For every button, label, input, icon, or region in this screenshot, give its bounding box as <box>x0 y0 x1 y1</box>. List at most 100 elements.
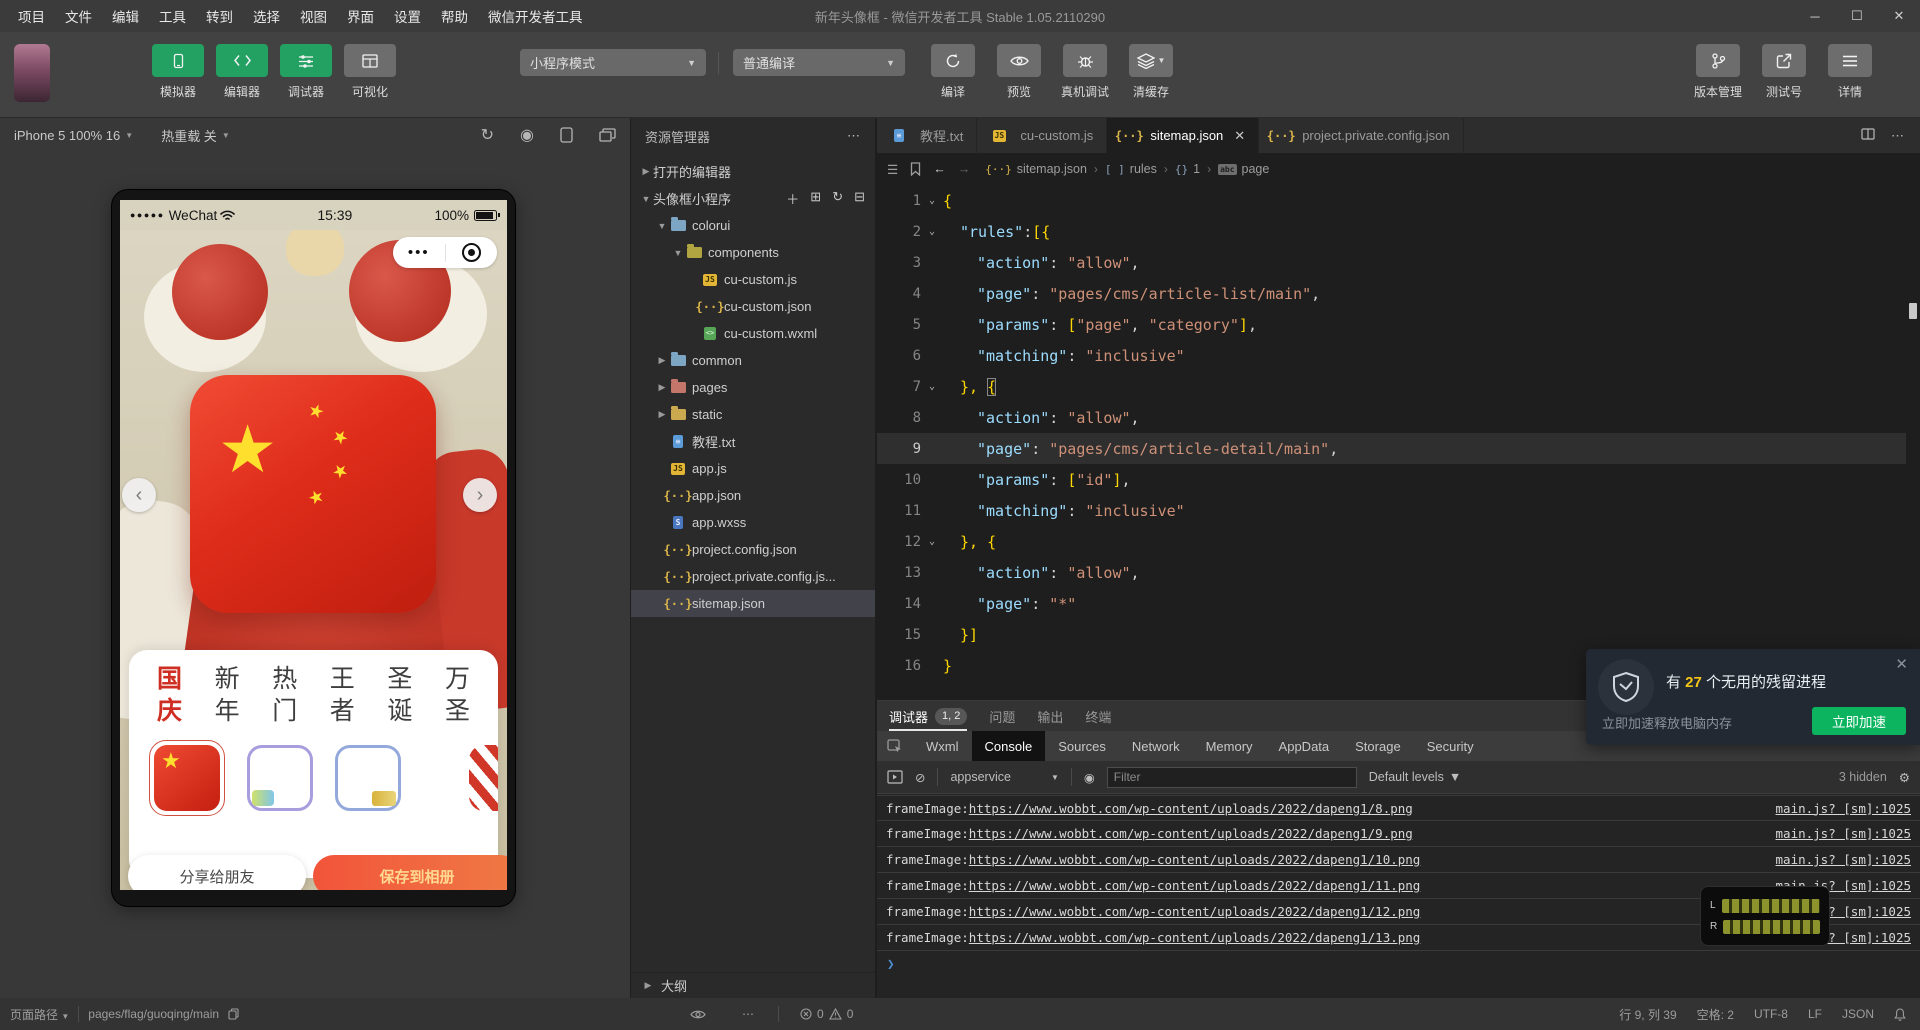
editor-tab-cu-custom.js[interactable]: JScu-custom.js <box>977 118 1107 153</box>
tree-item-app.json[interactable]: {··}app.json <box>631 482 875 509</box>
stop-record-icon[interactable]: ◉ <box>520 125 534 145</box>
tree-item-cu-custom.js[interactable]: JScu-custom.js <box>631 266 875 293</box>
tree-item-project.config.json[interactable]: {··}project.config.json <box>631 536 875 563</box>
log-url-link[interactable]: https://www.wobbt.com/wp-content/uploads… <box>969 930 1421 945</box>
inspect-element-icon[interactable] <box>877 739 913 754</box>
share-button[interactable]: 分享给朋友 <box>128 855 306 890</box>
editor-tab-project.private.config.json[interactable]: {··}project.private.config.json <box>1259 118 1463 153</box>
more-dots-button[interactable]: ••• <box>393 248 445 258</box>
purple-frame-thumb[interactable] <box>247 745 313 811</box>
tree-item-pages[interactable]: ▶pages <box>631 374 875 401</box>
toolbar-button-预览[interactable]: 预览 <box>991 44 1047 100</box>
more-actions-icon[interactable]: ⋯ <box>1891 128 1904 144</box>
panel-tab-输出[interactable]: 输出 <box>1037 701 1063 731</box>
panel-tab-终端[interactable]: 终端 <box>1085 701 1111 731</box>
log-source-link[interactable]: main.js? [sm]:1025 <box>1776 826 1911 841</box>
live-expression-icon[interactable]: ◉ <box>1084 770 1095 785</box>
cursor-position[interactable]: 行 9, 列 39 <box>1619 1006 1676 1023</box>
prev-frame-arrow[interactable]: ‹ <box>122 478 156 512</box>
indent-setting[interactable]: 空格: 2 <box>1697 1006 1734 1023</box>
fold-chevron-icon[interactable]: ⌄ <box>921 381 943 392</box>
tree-item-components[interactable]: ▼components <box>631 239 875 266</box>
phone-portrait-icon[interactable] <box>560 127 573 143</box>
devtools-tab-Wxml[interactable]: Wxml <box>913 731 972 761</box>
close-tab-icon[interactable]: ✕ <box>1234 128 1245 144</box>
devtools-tab-AppData[interactable]: AppData <box>1266 731 1343 761</box>
toolbar-button-详情[interactable]: 详情 <box>1822 44 1878 100</box>
new-file-icon[interactable]: ＋ <box>786 189 799 208</box>
menu-item[interactable]: 设置 <box>384 3 431 29</box>
copy-path-icon[interactable] <box>228 1008 239 1020</box>
category-tab[interactable]: 圣诞 <box>387 664 412 728</box>
breadcrumb-item-page[interactable]: abcpage <box>1218 162 1269 176</box>
menu-item[interactable]: 视图 <box>290 3 337 29</box>
log-url-link[interactable]: https://www.wobbt.com/wp-content/uploads… <box>969 826 1413 841</box>
toolbar-button-编辑器[interactable]: 编辑器 <box>214 44 270 100</box>
tree-item-sitemap.json[interactable]: {··}sitemap.json <box>631 590 875 617</box>
tree-item-project.private.config.js...[interactable]: {··}project.private.config.js... <box>631 563 875 590</box>
toolbar-button-调试器[interactable]: 调试器 <box>278 44 334 100</box>
category-tab[interactable]: 万圣 <box>445 664 470 728</box>
toolbar-button-可视化[interactable]: 可视化 <box>342 44 398 100</box>
tree-item-app.wxss[interactable]: Sapp.wxss <box>631 509 875 536</box>
collapse-all-icon[interactable]: ⊟ <box>854 189 865 208</box>
explorer-more-button[interactable]: ⋯ <box>847 128 861 144</box>
devtools-tab-Memory[interactable]: Memory <box>1193 731 1266 761</box>
breadcrumb-item-sitemap.json[interactable]: {··}sitemap.json <box>985 162 1087 176</box>
toolbar-button-版本管理[interactable]: 版本管理 <box>1690 44 1746 100</box>
editor-tab-sitemap.json[interactable]: {··}sitemap.json✕ <box>1107 118 1259 153</box>
log-url-link[interactable]: https://www.wobbt.com/wp-content/uploads… <box>969 801 1413 816</box>
statusbar-more-icon[interactable]: ⋯ <box>742 1007 755 1021</box>
bookmark-icon[interactable] <box>910 162 921 176</box>
editor-tab-教程.txt[interactable]: ≡教程.txt <box>877 118 977 153</box>
devtools-tab-Network[interactable]: Network <box>1119 731 1193 761</box>
tree-item-common[interactable]: ▶common <box>631 347 875 374</box>
tree-item-cu-custom.json[interactable]: {··}cu-custom.json <box>631 293 875 320</box>
fold-chevron-icon[interactable]: ⌄ <box>921 536 943 547</box>
toolbar-button-测试号[interactable]: 测试号 <box>1756 44 1812 100</box>
encoding-setting[interactable]: UTF-8 <box>1754 1007 1788 1021</box>
tree-item-cu-custom.wxml[interactable]: <>cu-custom.wxml <box>631 320 875 347</box>
menu-item[interactable]: 转到 <box>196 3 243 29</box>
log-url-link[interactable]: https://www.wobbt.com/wp-content/uploads… <box>969 904 1421 919</box>
menu-item[interactable]: 编辑 <box>102 3 149 29</box>
menu-item[interactable]: 项目 <box>8 3 55 29</box>
save-to-album-button[interactable]: 保存到相册 <box>313 855 507 890</box>
menu-item[interactable]: 微信开发者工具 <box>478 3 593 29</box>
menu-item[interactable]: 文件 <box>55 3 102 29</box>
stripe-frame-thumb[interactable] <box>469 745 498 811</box>
panel-tab-调试器[interactable]: 调试器1, 2 <box>889 701 967 731</box>
devtools-tab-Console[interactable]: Console <box>972 731 1046 761</box>
mode-select[interactable]: 小程序模式▼ <box>520 49 706 76</box>
close-icon[interactable]: ✕ <box>1895 655 1908 673</box>
rotate-icon[interactable]: ↻ <box>481 125 494 145</box>
devtools-tab-Security[interactable]: Security <box>1414 731 1487 761</box>
log-source-link[interactable]: main.js? [sm]:1025 <box>1776 852 1911 867</box>
back-arrow-icon[interactable]: ← <box>933 162 946 176</box>
toolbar-button-真机调试[interactable]: 真机调试 <box>1057 44 1113 100</box>
context-select[interactable]: appservice ▼ <box>950 770 1058 784</box>
fold-chevron-icon[interactable]: ⌄ <box>921 195 943 206</box>
toolbar-button-编译[interactable]: 编译 <box>925 44 981 100</box>
refresh-icon[interactable]: ↻ <box>832 189 843 208</box>
console-prompt[interactable]: ❯ <box>877 951 1920 976</box>
forward-arrow-icon[interactable]: → <box>958 162 971 176</box>
category-tab[interactable]: 国庆 <box>157 664 182 728</box>
user-avatar[interactable] <box>14 44 50 102</box>
console-sidebar-icon[interactable] <box>887 770 903 784</box>
tree-item-app.js[interactable]: JSapp.js <box>631 455 875 482</box>
tree-item-打开的编辑器[interactable]: ▶打开的编辑器 <box>631 158 875 185</box>
panel-tab-问题[interactable]: 问题 <box>989 701 1015 731</box>
split-editor-icon[interactable] <box>1861 128 1875 143</box>
tree-item-头像框小程序[interactable]: ▼头像框小程序＋⊞↻⊟ <box>631 185 875 212</box>
tree-item-static[interactable]: ▶static <box>631 401 875 428</box>
category-tab[interactable]: 王者 <box>330 664 355 728</box>
menu-item[interactable]: 帮助 <box>431 3 478 29</box>
multi-window-icon[interactable] <box>599 128 616 143</box>
preview-eye-icon[interactable] <box>690 1009 706 1020</box>
menu-item[interactable]: 界面 <box>337 3 384 29</box>
devtools-tab-Sources[interactable]: Sources <box>1045 731 1119 761</box>
maximize-button[interactable]: ☐ <box>1836 0 1878 32</box>
minimize-button[interactable]: ─ <box>1794 0 1836 32</box>
category-tab[interactable]: 新年 <box>215 664 240 728</box>
